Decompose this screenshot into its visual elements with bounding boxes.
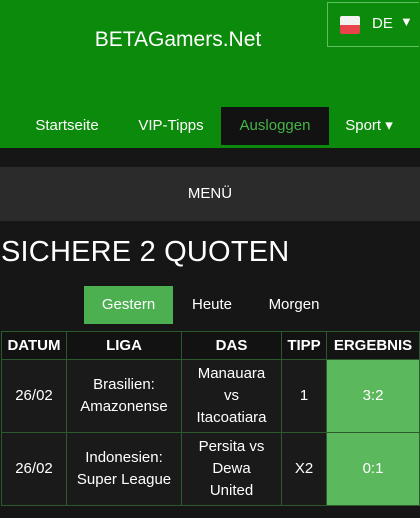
column-header-das: DAS	[181, 331, 282, 360]
match-cell: Manauara vs Itacoatiara	[181, 359, 282, 433]
site-title[interactable]: BETAGamers.Net	[0, 28, 356, 52]
match-line: Persita vs	[198, 438, 265, 455]
day-tabs: Gestern Heute Morgen	[0, 286, 420, 324]
match-cell: Persita vs Dewa United	[181, 432, 282, 506]
language-label: DE	[372, 15, 393, 32]
menu-toggle[interactable]: MENÜ	[0, 167, 420, 221]
league-cell: Indonesien: Super League	[66, 432, 182, 506]
tip-cell: X2	[281, 432, 327, 506]
date-cell: 26/02	[1, 359, 67, 433]
match-line: Manauara	[197, 365, 266, 382]
table-header-row: DATUM LIGA DAS TIPP ERGEBNIS	[1, 331, 420, 360]
table-row: 26/02 Brasilien: Amazonense Manauara vs …	[1, 359, 420, 433]
match-line: Dewa	[212, 460, 251, 477]
result-cell: 0:1	[326, 432, 420, 506]
page-title: SICHERE 2 QUOTEN	[1, 236, 290, 268]
site-header: BETAGamers.Net DE ▼ Startseite VIP-Tipps…	[0, 0, 420, 148]
german-flag-icon	[340, 16, 360, 34]
nav-ausloggen[interactable]: Ausloggen	[221, 107, 329, 145]
nav-sport-dropdown[interactable]: Sport ▾	[335, 107, 403, 145]
league-line: Super League	[76, 471, 172, 488]
league-cell: Brasilien: Amazonense	[66, 359, 182, 433]
match-line: United	[209, 482, 254, 499]
column-header-tipp: TIPP	[281, 331, 327, 360]
main-nav: Startseite VIP-Tipps Ausloggen Sport ▾	[0, 107, 420, 145]
column-header-liga: LIGA	[66, 331, 182, 360]
table-row: 26/02 Indonesien: Super League Persita v…	[1, 432, 420, 506]
tab-heute[interactable]: Heute	[178, 286, 246, 324]
tip-cell: 1	[281, 359, 327, 433]
match-line: Itacoatiara	[196, 409, 267, 426]
tab-morgen[interactable]: Morgen	[256, 286, 332, 324]
tips-table: DATUM LIGA DAS TIPP ERGEBNIS 26/02 Brasi…	[1, 331, 420, 506]
league-line: Brasilien:	[93, 376, 155, 393]
result-cell: 3:2	[326, 359, 420, 433]
nav-vip-tipps[interactable]: VIP-Tipps	[125, 107, 217, 145]
match-line: vs	[224, 387, 239, 404]
nav-startseite[interactable]: Startseite	[20, 107, 114, 145]
column-header-ergebnis: ERGEBNIS	[326, 331, 420, 360]
date-cell: 26/02	[1, 432, 67, 506]
chevron-down-icon: ▼	[400, 14, 413, 29]
league-line: Indonesien:	[85, 449, 163, 466]
league-line: Amazonense	[80, 398, 168, 415]
column-header-datum: DATUM	[1, 331, 67, 360]
language-selector[interactable]: DE ▼	[327, 2, 419, 47]
tab-gestern[interactable]: Gestern	[84, 286, 173, 324]
